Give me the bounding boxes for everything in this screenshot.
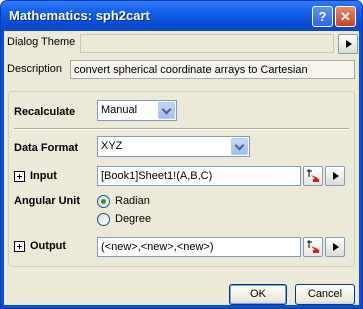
help-button[interactable]: ? [312, 6, 333, 27]
dialog-theme-label: Dialog Theme [7, 36, 76, 48]
recalculate-select[interactable]: Manual [97, 100, 177, 121]
data-format-label: Data Format [14, 142, 79, 154]
input-range-field[interactable]: [Book1]Sheet1!(A,B,C) [97, 166, 301, 186]
input-menu-button[interactable] [325, 166, 345, 186]
data-format-select[interactable]: XYZ [97, 136, 250, 157]
right-arrow-icon [346, 40, 352, 48]
title-bar[interactable]: Mathematics: sph2cart ? ✕ [1, 1, 362, 31]
output-label: Output [30, 240, 67, 252]
window-title: Mathematics: sph2cart [9, 8, 150, 23]
dialog-window: Mathematics: sph2cart ? ✕ Dialog Theme D… [0, 0, 363, 309]
chevron-down-icon [231, 138, 248, 155]
dialog-theme-field[interactable] [80, 34, 334, 53]
input-label: Input [30, 170, 57, 182]
ok-button[interactable]: OK [229, 284, 287, 305]
expand-output-icon[interactable] [14, 241, 25, 252]
radian-label[interactable]: Radian [115, 195, 150, 207]
radio-selected-dot [101, 199, 106, 204]
close-button[interactable]: ✕ [335, 6, 356, 27]
right-arrow-icon [333, 243, 339, 251]
angular-unit-label: Angular Unit [14, 195, 80, 207]
recalculate-label: Recalculate [14, 106, 76, 118]
chevron-down-icon [158, 102, 175, 119]
theme-menu-button[interactable] [338, 34, 358, 54]
recalculate-value: Manual [101, 104, 138, 116]
output-range-field[interactable]: (<new>,<new>,<new>) [97, 237, 301, 257]
description-label: Description [7, 63, 63, 75]
select-range-icon[interactable] [303, 166, 323, 186]
data-format-value: XYZ [101, 140, 123, 152]
radian-radio[interactable] [97, 195, 110, 208]
output-menu-button[interactable] [325, 237, 345, 257]
degree-radio[interactable] [97, 213, 110, 226]
degree-label[interactable]: Degree [115, 213, 151, 225]
select-range-icon[interactable] [303, 237, 323, 257]
expand-input-icon[interactable] [14, 171, 25, 182]
right-arrow-icon [333, 172, 339, 180]
cancel-button[interactable]: Cancel [295, 284, 355, 305]
dialog-body: Dialog Theme Description convert spheric… [4, 31, 359, 305]
description-text: convert spherical coordinate arrays to C… [70, 60, 355, 79]
divider [14, 128, 349, 130]
